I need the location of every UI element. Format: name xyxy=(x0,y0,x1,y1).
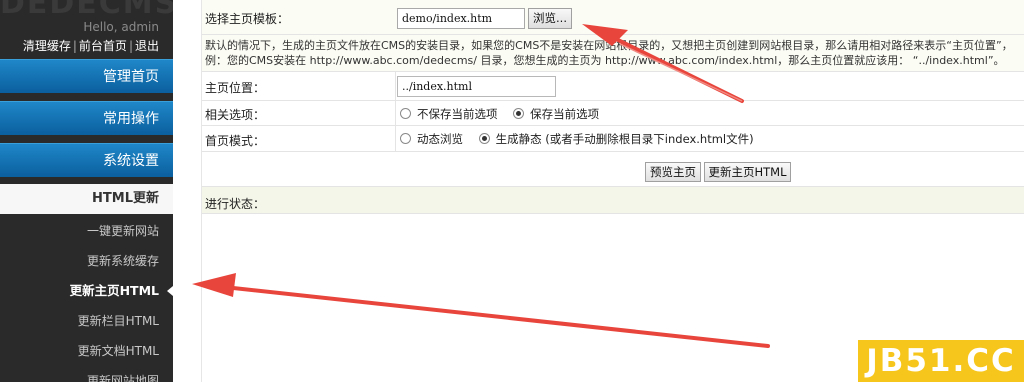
sidebar-item-update-category[interactable]: 更新栏目HTML xyxy=(0,306,173,336)
sidebar-item-update-homepage[interactable]: 更新主页HTML xyxy=(0,276,173,306)
static-radio[interactable] xyxy=(478,133,490,144)
section-html-update[interactable]: HTML更新 xyxy=(0,184,173,214)
related-options-label: 相关选项： xyxy=(205,108,266,122)
home-location-row: 主页位置： ../index.html xyxy=(202,72,1024,101)
template-label: 选择主页模板： xyxy=(205,12,290,26)
template-row: 选择主页模板： demo/index.htm 浏览... xyxy=(202,0,1024,35)
description-row: 默认的情况下，生成的主页文件放在CMS的安装目录，如果您的CMS不是安装在网站根… xyxy=(202,35,1024,72)
update-homepage-button[interactable]: 更新主页HTML xyxy=(704,162,791,182)
homepage-mode-row: 首页模式： 动态浏览 生成静态 (或者手动删除根目录下index.html文件) xyxy=(202,126,1024,152)
active-caret-icon xyxy=(167,286,173,296)
logout-link[interactable]: 退出 xyxy=(135,39,159,53)
dynamic-radio[interactable] xyxy=(400,133,411,144)
link-separator: | xyxy=(128,39,133,53)
static-label: 生成静态 (或者手动删除根目录下index.html文件) xyxy=(495,132,754,146)
save-label: 保存当前选项 xyxy=(530,107,600,121)
description-text: 默认的情况下，生成的主页文件放在CMS的安装目录，如果您的CMS不是安装在网站根… xyxy=(205,38,1024,68)
preview-homepage-button[interactable]: 预览主页 xyxy=(645,162,701,182)
actions-row: 预览主页 更新主页HTML xyxy=(202,152,1024,186)
clear-cache-link[interactable]: 清理缓存 xyxy=(23,39,71,53)
main-panel: 选择主页模板： demo/index.htm 浏览... 默认的情况下，生成的主… xyxy=(201,0,1024,382)
homepage-mode-label: 首页模式： xyxy=(205,134,266,148)
link-separator: | xyxy=(72,39,77,53)
browse-button[interactable]: 浏览... xyxy=(528,8,572,29)
description-line: 例：您的CMS安装在 http://www.abc.com/dedecms/ 目… xyxy=(205,54,1005,67)
sidebar-item-update-site[interactable]: 一键更新网站 xyxy=(0,216,173,246)
template-input[interactable]: demo/index.htm xyxy=(397,8,525,29)
homepage-mode-group: 动态浏览 生成静态 (或者手动删除根目录下index.html文件) xyxy=(400,131,766,147)
status-row: 进行状态： xyxy=(202,186,1024,214)
home-location-label: 主页位置： xyxy=(205,81,266,95)
home-location-input[interactable]: ../index.html xyxy=(397,76,556,97)
sidebar-item-update-sitemap[interactable]: 更新网站地图 xyxy=(0,366,173,382)
user-links: 清理缓存 | 前台首页 | 退出 xyxy=(23,37,159,54)
sidebar-item-update-cache[interactable]: 更新系统缓存 xyxy=(0,246,173,276)
related-options-group: 不保存当前选项 保存当前选项 xyxy=(400,106,611,122)
screen: DEDECMS Hello, admin 清理缓存 | 前台首页 | 退出 管理首页 常… xyxy=(0,0,1024,382)
no-save-radio[interactable] xyxy=(400,108,411,119)
no-save-label: 不保存当前选项 xyxy=(417,107,498,121)
frontend-home-link[interactable]: 前台首页 xyxy=(79,39,127,53)
sidebar: DEDECMS Hello, admin 清理缓存 | 前台首页 | 退出 管理首页 常… xyxy=(0,0,173,382)
sidebar-item-label: 更新主页HTML xyxy=(69,283,159,298)
sidebar-item-update-documents[interactable]: 更新文档HTML xyxy=(0,336,173,366)
menu-admin-home[interactable]: 管理首页 xyxy=(0,59,173,93)
description-line: 默认的情况下，生成的主页文件放在CMS的安装目录，如果您的CMS不是安装在网站根… xyxy=(205,39,1013,52)
save-radio[interactable] xyxy=(513,108,525,119)
menu-common-operations[interactable]: 常用操作 xyxy=(0,101,173,135)
logo: DEDECMS xyxy=(0,0,173,21)
related-options-row: 相关选项： 不保存当前选项 保存当前选项 xyxy=(202,101,1024,126)
watermark: JB51.CC xyxy=(858,340,1024,382)
greeting: Hello, admin xyxy=(83,20,159,34)
menu-system-settings[interactable]: 系统设置 xyxy=(0,143,173,177)
status-label: 进行状态： xyxy=(205,197,266,211)
dynamic-label: 动态浏览 xyxy=(417,132,463,146)
